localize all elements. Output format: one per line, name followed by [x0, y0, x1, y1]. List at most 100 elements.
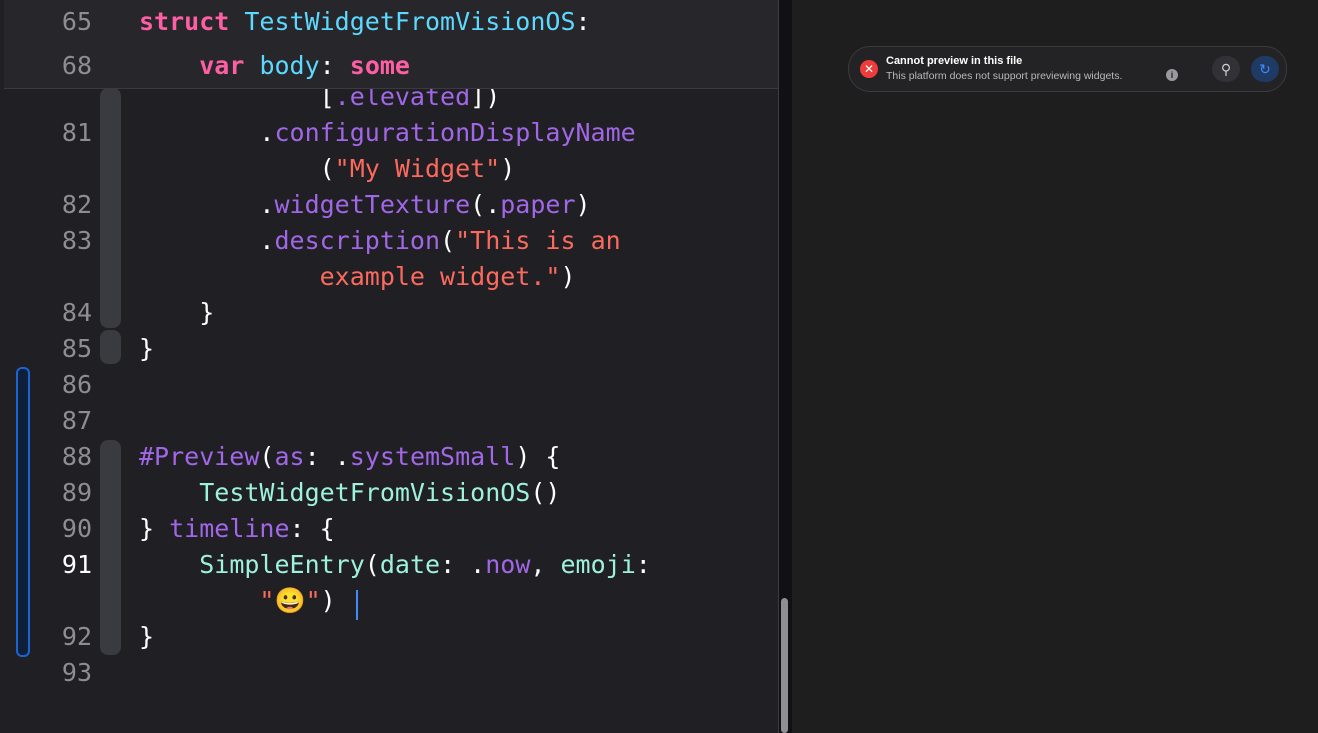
preview-error-title: Cannot preview in this file [886, 55, 1023, 67]
line-number: 89 [61, 478, 92, 507]
code-token: some [349, 51, 410, 80]
line-number: 85 [61, 334, 92, 363]
preview-status-banner: ✕ Cannot preview in this file This platf… [848, 46, 1287, 92]
code-token: example widget." [319, 262, 561, 291]
code-token: . [139, 118, 275, 147]
pin-icon: ⚲ [1220, 61, 1232, 77]
code-text[interactable]: var body: some [139, 48, 410, 84]
code-token: : [575, 7, 591, 36]
code-token: : . [440, 550, 486, 579]
code-text[interactable]: ("My Widget") [139, 151, 516, 187]
code-token: ( [440, 226, 456, 255]
line-number: 93 [61, 658, 92, 687]
code-token: emoji [560, 550, 636, 579]
code-text[interactable]: .configurationDisplayName [139, 115, 636, 151]
text-cursor [356, 590, 358, 620]
code-token: TestWidgetFromVisionOS [244, 7, 576, 36]
code-text[interactable]: } [139, 619, 154, 655]
line-number: 65 [61, 7, 92, 36]
code-token: : { [289, 514, 335, 543]
code-text[interactable]: TestWidgetFromVisionOS() [139, 475, 560, 511]
code-token: "My Widget" [334, 154, 501, 183]
code-token: now [485, 550, 531, 579]
code-token: systemSmall [349, 442, 516, 471]
code-token: struct [139, 7, 230, 36]
code-token: (. [470, 190, 501, 219]
line-number: 68 [61, 51, 92, 80]
code-token: timeline [169, 514, 290, 543]
code-text[interactable]: } [139, 331, 154, 367]
line-number: 86 [61, 370, 92, 399]
sticky-scope-header[interactable]: 68 var body: some [4, 44, 778, 89]
code-token: : [635, 550, 651, 579]
fold-ribbon[interactable] [100, 330, 121, 364]
code-token: widgetTexture [274, 190, 471, 219]
code-token: date [379, 550, 441, 579]
code-token: ( [364, 550, 380, 579]
code-token: : . [304, 442, 350, 471]
refresh-icon: ↻ [1259, 61, 1271, 77]
line-number: 88 [61, 442, 92, 471]
fold-ribbon[interactable] [100, 88, 121, 328]
code-token: } [139, 622, 155, 651]
code-token: var [199, 51, 245, 80]
line-number: 82 [61, 190, 92, 219]
code-editor[interactable]: 65 struct TestWidgetFromVisionOS: 68 var b… [0, 0, 778, 733]
line-number: 81 [61, 118, 92, 147]
line-number: 84 [61, 298, 92, 327]
preview-error-message: This platform does not support previewin… [886, 70, 1123, 82]
source-change-indicator[interactable] [16, 367, 30, 657]
code-token: paper [500, 190, 576, 219]
code-token: ) { [515, 442, 561, 471]
code-token: } [139, 514, 170, 543]
code-token: : [319, 51, 350, 80]
line-number: 83 [61, 226, 92, 255]
code-text[interactable]: } timeline: { [139, 511, 335, 547]
line-number: 87 [61, 406, 92, 435]
code-token: body [259, 51, 320, 80]
code-token: ) [320, 586, 336, 615]
code-token: TestWidgetFromVisionOS [199, 478, 531, 507]
code-token: description [274, 226, 441, 255]
xmark-circle-icon: ✕ [860, 60, 878, 78]
code-token: } [139, 334, 155, 363]
code-token: ) [575, 190, 591, 219]
editor-scrollbar[interactable] [781, 598, 788, 733]
pin-preview-button[interactable]: ⚲ [1212, 56, 1240, 82]
code-text[interactable]: SimpleEntry(date: .now, emoji: [139, 547, 651, 583]
line-number: 92 [61, 622, 92, 651]
code-token: "😀" [259, 586, 321, 615]
code-token: ( [259, 442, 275, 471]
refresh-preview-button[interactable]: ↻ [1251, 56, 1279, 82]
code-token: ( [139, 154, 335, 183]
code-text[interactable]: .widgetTexture(.paper) [139, 187, 591, 223]
code-token: ) [500, 154, 516, 183]
preview-canvas [792, 0, 1318, 733]
code-text[interactable]: } [139, 295, 214, 331]
code-token: "This is an [455, 226, 621, 255]
code-token: #Preview [139, 442, 260, 471]
code-text[interactable]: struct TestWidgetFromVisionOS: [139, 4, 591, 40]
code-token: . [139, 226, 275, 255]
code-text[interactable]: .description("This is an [139, 223, 621, 259]
code-token: () [530, 478, 561, 507]
code-token: configurationDisplayName [274, 118, 636, 147]
code-text[interactable]: "😀") [139, 583, 336, 619]
info-circle-icon[interactable]: i [1166, 69, 1178, 81]
code-token: , [530, 550, 561, 579]
fold-ribbon[interactable] [100, 440, 121, 655]
code-text[interactable]: #Preview(as: .systemSmall) { [139, 439, 560, 475]
sticky-scope-header[interactable]: 65 struct TestWidgetFromVisionOS: [4, 0, 778, 45]
code-token: } [139, 298, 215, 327]
line-number: 90 [61, 514, 92, 543]
code-token: as [274, 442, 305, 471]
code-token: . [139, 190, 275, 219]
code-text[interactable]: example widget.") [139, 259, 576, 295]
